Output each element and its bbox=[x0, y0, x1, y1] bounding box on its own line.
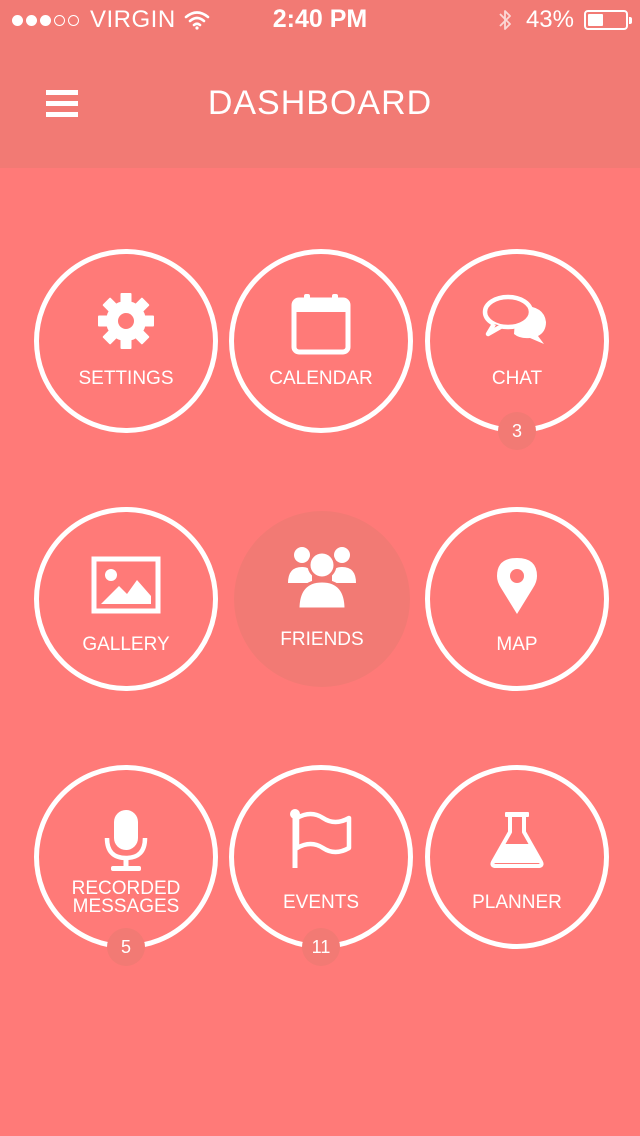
gallery-tile[interactable]: GALLERY bbox=[34, 507, 218, 691]
flag-icon bbox=[289, 808, 353, 868]
bluetooth-icon bbox=[498, 8, 512, 32]
microphone-icon bbox=[103, 808, 149, 872]
recorded-messages-tile[interactable]: RECORDED MESSAGES 5 bbox=[34, 765, 218, 966]
planner-label: PLANNER bbox=[472, 892, 562, 913]
recorded-messages-label: RECORDED MESSAGES bbox=[39, 879, 213, 917]
friends-tile[interactable]: FRIENDS bbox=[234, 511, 410, 687]
battery-icon bbox=[584, 10, 632, 30]
recorded-label-line2: MESSAGES bbox=[72, 896, 180, 917]
chat-badge: 3 bbox=[498, 412, 536, 450]
map-pin-icon bbox=[495, 556, 539, 616]
calendar-tile[interactable]: CALENDAR bbox=[229, 249, 413, 433]
flask-icon bbox=[489, 810, 545, 868]
chat-bubbles-icon bbox=[482, 292, 552, 346]
chat-label: CHAT bbox=[491, 368, 543, 389]
settings-label: SETTINGS bbox=[78, 368, 174, 389]
map-tile[interactable]: MAP bbox=[425, 507, 609, 691]
friends-label: FRIENDS bbox=[280, 629, 364, 650]
battery-percent: 43% bbox=[525, 6, 574, 33]
gear-icon bbox=[97, 292, 155, 350]
map-label: MAP bbox=[496, 634, 538, 655]
calendar-icon bbox=[290, 292, 352, 356]
calendar-label: CALENDAR bbox=[269, 368, 373, 389]
battery-level bbox=[588, 14, 604, 26]
page-title: DASHBOARD bbox=[207, 84, 433, 122]
chat-tile[interactable]: CHAT 3 bbox=[425, 249, 609, 450]
image-icon bbox=[91, 556, 161, 614]
status-right: 43% bbox=[498, 6, 632, 34]
planner-tile[interactable]: PLANNER bbox=[425, 765, 609, 949]
events-tile[interactable]: EVENTS 11 bbox=[229, 765, 413, 966]
events-label: EVENTS bbox=[282, 892, 360, 913]
top-bar: VIRGIN 2:40 PM 43% DASHBOARD bbox=[0, 0, 640, 168]
settings-tile[interactable]: SETTINGS bbox=[34, 249, 218, 433]
gallery-label: GALLERY bbox=[82, 634, 170, 655]
events-badge: 11 bbox=[302, 928, 340, 966]
recorded-messages-badge: 5 bbox=[107, 928, 145, 966]
users-icon bbox=[286, 543, 358, 609]
status-bar: VIRGIN 2:40 PM 43% bbox=[0, 0, 640, 40]
